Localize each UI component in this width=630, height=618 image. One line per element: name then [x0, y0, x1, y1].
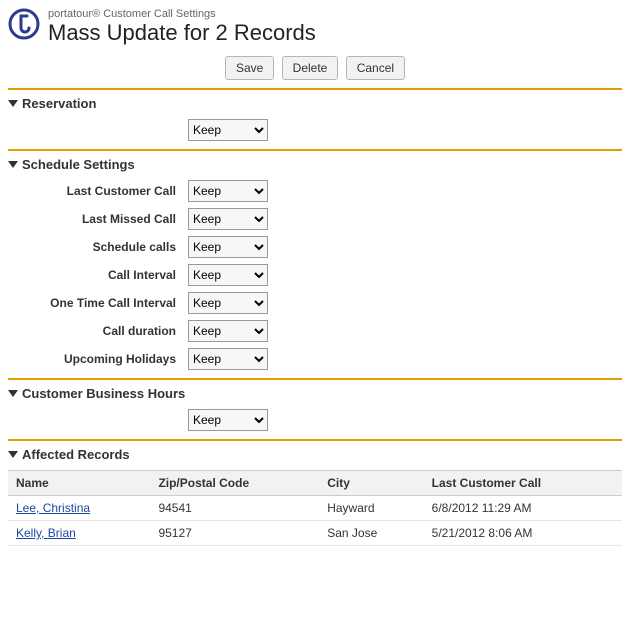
- col-name[interactable]: Name: [8, 471, 150, 496]
- cell-last-call: 5/21/2012 8:06 AM: [424, 521, 622, 546]
- section-title-business-hours[interactable]: Customer Business Hours: [8, 386, 622, 401]
- section-title-reservation[interactable]: Reservation: [8, 96, 622, 111]
- collapse-icon: [8, 161, 18, 168]
- cancel-button[interactable]: Cancel: [346, 56, 405, 80]
- label-last-customer-call: Last Customer Call: [8, 184, 188, 198]
- cell-zip: 94541: [150, 496, 319, 521]
- upcoming-holidays-select[interactable]: Keep: [188, 348, 268, 370]
- affected-records-table: Name Zip/Postal Code City Last Customer …: [8, 470, 622, 546]
- section-title-schedule[interactable]: Schedule Settings: [8, 157, 622, 172]
- collapse-icon: [8, 100, 18, 107]
- col-last-call[interactable]: Last Customer Call: [424, 471, 622, 496]
- section-label: Reservation: [22, 96, 96, 111]
- table-row: Kelly, Brian 95127 San Jose 5/21/2012 8:…: [8, 521, 622, 546]
- record-link[interactable]: Kelly, Brian: [16, 526, 76, 540]
- cell-zip: 95127: [150, 521, 319, 546]
- section-business-hours: Customer Business Hours Keep: [8, 378, 622, 431]
- business-hours-select[interactable]: Keep: [188, 409, 268, 431]
- label-last-missed-call: Last Missed Call: [8, 212, 188, 226]
- schedule-calls-select[interactable]: Keep: [188, 236, 268, 258]
- page-title: Mass Update for 2 Records: [48, 20, 316, 46]
- breadcrumb: portatour® Customer Call Settings: [48, 8, 316, 20]
- action-button-row: Save Delete Cancel: [8, 56, 622, 80]
- one-time-call-interval-select[interactable]: Keep: [188, 292, 268, 314]
- record-link[interactable]: Lee, Christina: [16, 501, 90, 515]
- label-call-duration: Call duration: [8, 324, 188, 338]
- col-zip[interactable]: Zip/Postal Code: [150, 471, 319, 496]
- section-schedule-settings: Schedule Settings Last Customer Call Kee…: [8, 149, 622, 370]
- page-header: portatour® Customer Call Settings Mass U…: [8, 8, 622, 46]
- cell-city: San Jose: [319, 521, 423, 546]
- section-label: Schedule Settings: [22, 157, 135, 172]
- col-city[interactable]: City: [319, 471, 423, 496]
- last-customer-call-select[interactable]: Keep: [188, 180, 268, 202]
- collapse-icon: [8, 451, 18, 458]
- label-one-time-call-interval: One Time Call Interval: [8, 296, 188, 310]
- cell-last-call: 6/8/2012 11:29 AM: [424, 496, 622, 521]
- table-row: Lee, Christina 94541 Hayward 6/8/2012 11…: [8, 496, 622, 521]
- delete-button[interactable]: Delete: [282, 56, 339, 80]
- save-button[interactable]: Save: [225, 56, 274, 80]
- last-missed-call-select[interactable]: Keep: [188, 208, 268, 230]
- reservation-select[interactable]: Keep: [188, 119, 268, 141]
- section-title-affected[interactable]: Affected Records: [8, 447, 622, 462]
- section-reservation: Reservation Keep: [8, 88, 622, 141]
- label-schedule-calls: Schedule calls: [8, 240, 188, 254]
- collapse-icon: [8, 390, 18, 397]
- section-label: Affected Records: [22, 447, 130, 462]
- section-affected-records: Affected Records Name Zip/Postal Code Ci…: [8, 439, 622, 546]
- section-label: Customer Business Hours: [22, 386, 185, 401]
- label-upcoming-holidays: Upcoming Holidays: [8, 352, 188, 366]
- portatour-logo-icon: [8, 8, 40, 40]
- call-duration-select[interactable]: Keep: [188, 320, 268, 342]
- cell-city: Hayward: [319, 496, 423, 521]
- label-call-interval: Call Interval: [8, 268, 188, 282]
- call-interval-select[interactable]: Keep: [188, 264, 268, 286]
